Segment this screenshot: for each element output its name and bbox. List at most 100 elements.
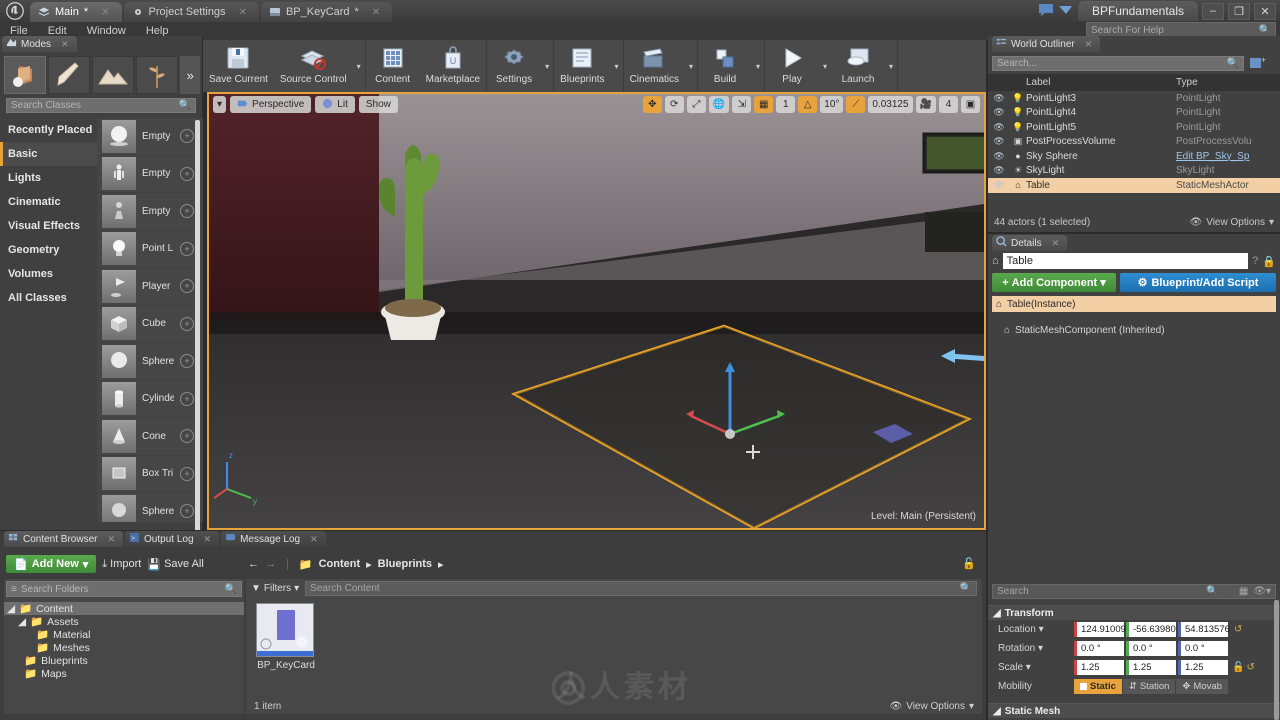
content-button[interactable]: Content [366, 40, 420, 92]
minimize-button[interactable]: – [1202, 2, 1224, 20]
camera-mode-button[interactable]: Perspective [230, 96, 312, 113]
outliner-column-type[interactable]: Type [1176, 77, 1280, 88]
category-all-classes[interactable]: All Classes [0, 286, 97, 310]
details-search-input[interactable]: Search 🔍 ▦ 👁▾ [992, 584, 1276, 599]
category-visual-effects[interactable]: Visual Effects [0, 214, 97, 238]
visibility-eye-icon[interactable]: 👁 [988, 122, 1010, 133]
add-icon[interactable]: + [180, 166, 194, 181]
chevron-down-icon[interactable]: ▾ [752, 40, 764, 92]
tree-item-maps[interactable]: 📁 Maps [4, 667, 244, 681]
tree-item-content[interactable]: ◢ 📁 Content [4, 602, 244, 615]
add-icon[interactable]: + [180, 429, 194, 444]
outliner-view-options-button[interactable]: 👁 View Options ▾ [1190, 217, 1274, 228]
list-item[interactable]: Box Tri + [97, 456, 203, 493]
mobility-static-button[interactable]: Static [1074, 679, 1122, 694]
foliage-mode-button[interactable] [136, 56, 179, 94]
angle-snap-icon[interactable]: △ [798, 96, 818, 113]
scale-z-input[interactable]: 1.25 [1178, 660, 1228, 675]
rotation-label[interactable]: Rotation ▾ [998, 643, 1074, 654]
add-actor-icon[interactable]: + [1248, 55, 1266, 74]
list-item[interactable]: Cylinde + [97, 381, 203, 418]
table-row[interactable]: 👁 💡 PointLight3 PointLight [988, 91, 1280, 106]
visibility-eye-icon[interactable]: 👁 [988, 165, 1010, 176]
close-icon[interactable]: ✕ [101, 7, 109, 18]
category-basic[interactable]: Basic [0, 142, 97, 166]
chevron-down-icon[interactable]: ▾ [819, 40, 831, 92]
tab-content-browser[interactable]: Content Browser ✕ [4, 531, 124, 547]
rotate-gizmo-icon[interactable]: ⟳ [664, 96, 684, 113]
add-icon[interactable]: + [180, 504, 194, 519]
camera-speed-value[interactable]: 4 [939, 96, 958, 113]
outliner-rows[interactable]: 👁 💡 PointLight3 PointLight 👁 💡 PointLight4 Poi… [988, 91, 1280, 209]
cinematics-button[interactable]: Cinematics [624, 40, 685, 92]
list-item[interactable]: Sphere + [97, 493, 203, 522]
close-icon[interactable]: ✕ [372, 7, 380, 18]
play-button[interactable]: Play [765, 40, 819, 92]
display-options-icon[interactable]: 👁▾ [1253, 586, 1271, 597]
close-icon[interactable]: ✕ [61, 39, 69, 50]
list-item[interactable]: Empty + [97, 156, 203, 193]
feedback-icon[interactable] [1038, 3, 1054, 20]
camera-speed-icon[interactable]: 🎥 [915, 96, 936, 113]
import-button[interactable]: ⤓ Import [102, 558, 141, 571]
visibility-eye-icon[interactable]: 👁 [988, 107, 1010, 118]
modes-panel-tab[interactable]: Modes ✕ [2, 36, 77, 52]
level-viewport[interactable]: y z ▾ Perspective Lit Show ✥ ⟳ ⤢ 🌐 ⇲ ▦ 1… [207, 92, 986, 530]
scale-gizmo-icon[interactable]: ⤢ [686, 96, 706, 113]
tree-item-assets[interactable]: ◢ 📁 Assets [4, 615, 244, 629]
maximize-button[interactable]: ❐ [1228, 2, 1250, 20]
add-icon[interactable]: + [180, 316, 194, 331]
viewport-options-button[interactable]: ▾ [213, 96, 227, 113]
folder-tree[interactable]: ◢ 📁 Content ◢ 📁 Assets 📁 Material 📁 Meshes… [4, 599, 244, 680]
mobility-movable-button[interactable]: ✥ Movab [1176, 679, 1228, 694]
tree-item-blueprints[interactable]: 📁 Blueprints [4, 654, 244, 668]
list-item[interactable]: Cone + [97, 418, 203, 456]
visibility-eye-icon[interactable]: 👁 [988, 151, 1010, 162]
translate-gizmo-icon[interactable]: ✥ [642, 96, 662, 113]
chevron-down-icon[interactable]: ▾ [541, 40, 553, 92]
mobility-stationary-button[interactable]: ⇵ Station [1122, 679, 1176, 694]
placement-items[interactable]: Empty + Empty + Empty + Point L + Player + Cu… [97, 118, 203, 522]
list-item[interactable]: Empty + [97, 193, 203, 231]
blueprints-button[interactable]: Blueprints [554, 40, 610, 92]
forward-icon[interactable]: → [265, 558, 276, 570]
table-row[interactable]: 👁 ⌂ Table StaticMeshActor [988, 178, 1280, 193]
asset-item-bp-keycard[interactable]: BP_KeyCard [256, 603, 316, 671]
close-icon[interactable]: ✕ [1085, 39, 1093, 50]
lock-details-icon[interactable]: 🔒 [1262, 255, 1276, 268]
outliner-search-input[interactable]: Search... 🔍 [992, 56, 1244, 71]
expander-icon[interactable]: ◢ [7, 603, 15, 615]
tab-output-log[interactable]: > Output Log ✕ [125, 531, 220, 547]
category-volumes[interactable]: Volumes [0, 262, 97, 286]
rotation-z-input[interactable]: 0.0 ° [1178, 641, 1228, 656]
world-coordinate-icon[interactable]: 🌐 [708, 96, 730, 113]
reset-location-icon[interactable]: ↺ [1234, 624, 1242, 635]
launch-button[interactable]: Launch [831, 40, 885, 92]
folder-search-input[interactable]: ≡ Search Folders 🔍 [6, 581, 242, 597]
table-row[interactable]: 👁 ▣ PostProcessVolume PostProcessVolu [988, 135, 1280, 150]
save-current-button[interactable]: Save Current [203, 40, 274, 92]
list-item[interactable]: Point L + [97, 231, 203, 268]
transform-section-header[interactable]: ◢ Transform [988, 605, 1280, 620]
list-item[interactable]: Empty + [97, 118, 203, 156]
expander-icon[interactable]: ◢ [18, 616, 26, 628]
details-tab[interactable]: Details ✕ [992, 235, 1068, 251]
filters-button[interactable]: ▼ Filters ▾ [251, 583, 299, 594]
component-row-static-mesh[interactable]: ⌂ StaticMeshComponent (Inherited) [992, 322, 1276, 338]
build-button[interactable]: Build [698, 40, 752, 92]
location-label[interactable]: Location ▾ [998, 624, 1074, 635]
editor-tab-main[interactable]: Main * ✕ [30, 2, 122, 22]
content-view-options-button[interactable]: 👁 View Options ▾ [890, 701, 974, 712]
maximize-viewport-icon[interactable]: ▣ [961, 96, 980, 113]
paint-mode-button[interactable] [48, 56, 91, 94]
component-row-table-instance[interactable]: ⌂ Table(Instance) [992, 296, 1276, 312]
scale-label[interactable]: Scale ▾ [998, 662, 1074, 673]
visibility-eye-icon[interactable]: 👁 [988, 136, 1010, 147]
close-icon[interactable]: ✕ [204, 534, 212, 545]
asset-thumbnail[interactable] [256, 603, 314, 657]
add-icon[interactable]: + [180, 279, 194, 294]
table-row[interactable]: 👁 ● Sky Sphere Edit BP_Sky_Sp [988, 149, 1280, 164]
rotation-y-input[interactable]: 0.0 ° [1126, 641, 1176, 656]
close-icon[interactable]: ✕ [1052, 238, 1060, 249]
tab-message-log[interactable]: Message Log ✕ [221, 531, 326, 547]
